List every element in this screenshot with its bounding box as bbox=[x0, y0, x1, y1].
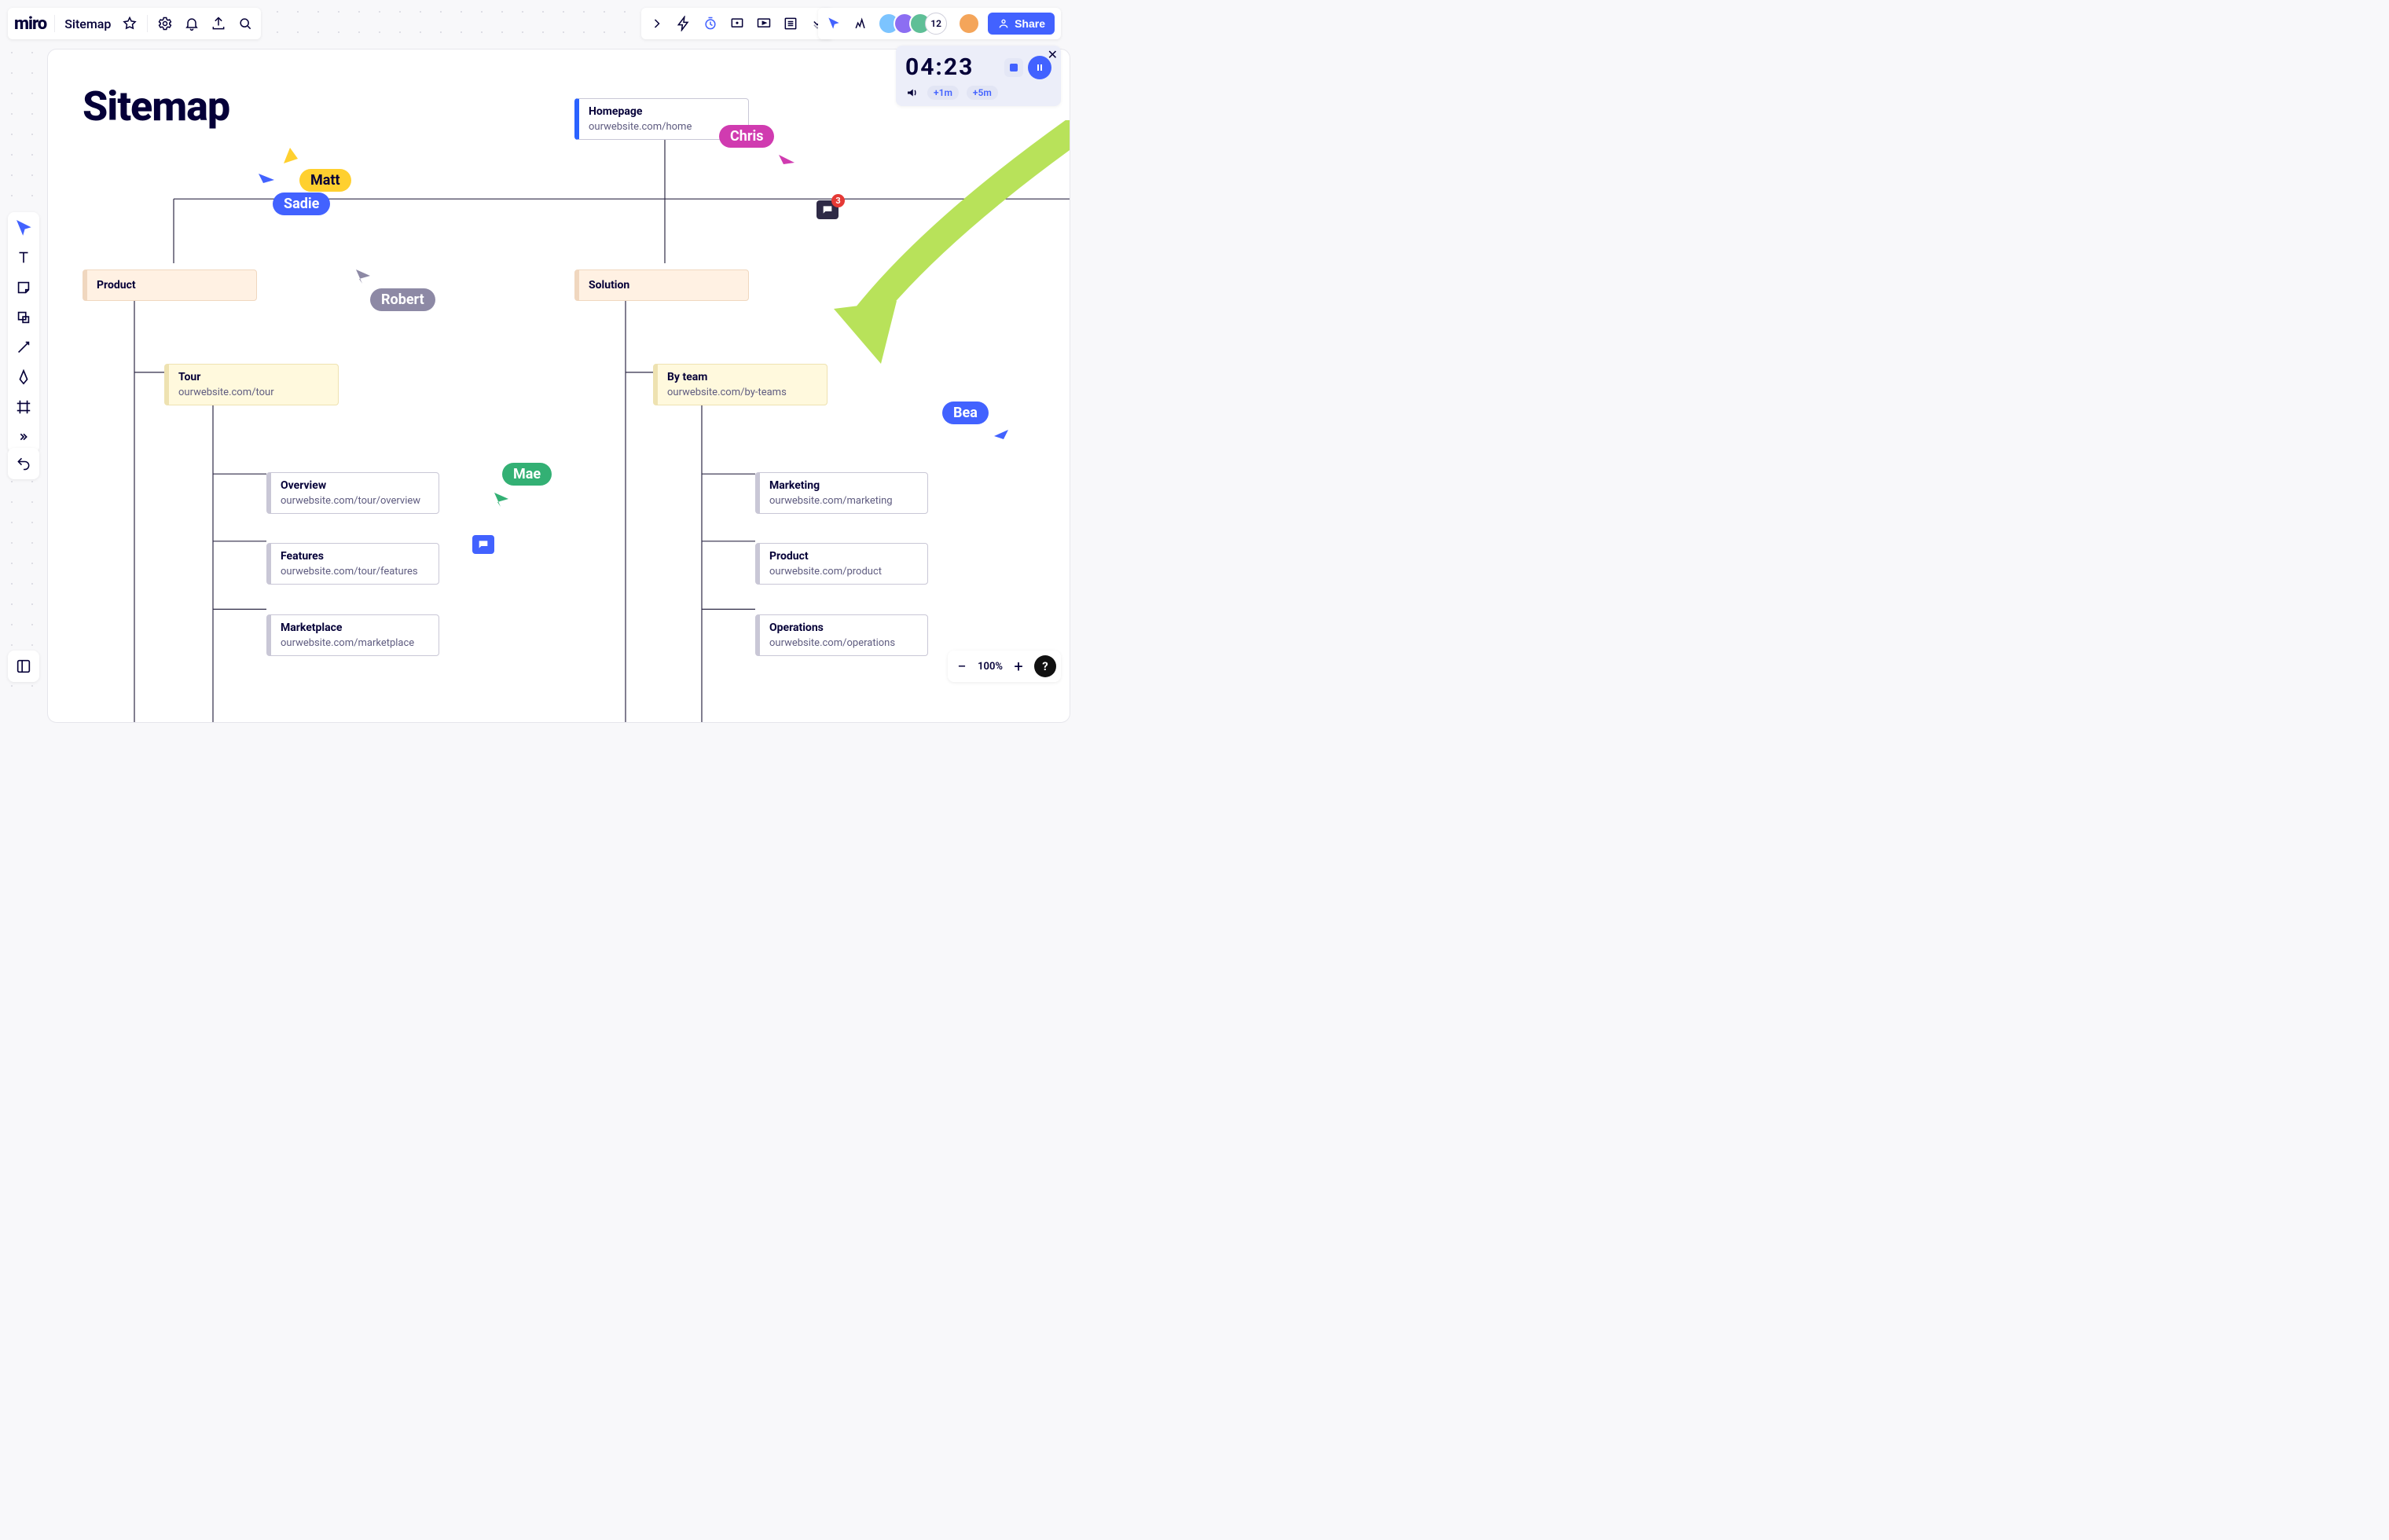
card-title: Marketing bbox=[769, 479, 918, 492]
cursor-robert-icon bbox=[354, 268, 372, 285]
zoom-value[interactable]: 100% bbox=[978, 661, 1003, 673]
slideshow-icon[interactable] bbox=[754, 14, 773, 33]
tool-pen[interactable] bbox=[13, 366, 35, 388]
timer-plus-1m[interactable]: +1m bbox=[927, 86, 959, 100]
timer-plus-5m[interactable]: +5m bbox=[967, 86, 998, 100]
topbar-collab: 12 Share bbox=[818, 8, 1061, 39]
zoom-in-button[interactable]: + bbox=[1009, 657, 1028, 676]
card-byteam[interactable]: By team ourwebsite.com/by-teams bbox=[653, 364, 828, 405]
avatar-stack[interactable]: 12 bbox=[878, 13, 947, 35]
search-icon[interactable] bbox=[236, 14, 255, 33]
cursor-sadie-label: Sadie bbox=[273, 192, 330, 215]
card-overview[interactable]: Overview ourwebsite.com/tour/overview bbox=[266, 472, 439, 514]
timer-time: 04:23 bbox=[905, 53, 974, 81]
tool-shape[interactable] bbox=[13, 306, 35, 328]
card-url: ourwebsite.com/operations bbox=[769, 637, 918, 649]
help-button[interactable]: ? bbox=[1034, 655, 1056, 677]
zoom-controls: − 100% + ? bbox=[948, 651, 1061, 682]
cursor-chris-icon bbox=[777, 153, 796, 172]
topbar-left: miro Sitemap bbox=[8, 8, 261, 39]
timer-panel: ✕ 04:23 +1m +5m bbox=[896, 46, 1061, 106]
tool-text[interactable] bbox=[13, 247, 35, 269]
topbar-tools bbox=[641, 8, 833, 39]
presentation-icon[interactable] bbox=[728, 14, 747, 33]
card-title: Solution bbox=[589, 279, 629, 292]
card-title: Homepage bbox=[589, 105, 739, 118]
card-operations[interactable]: Operations ourwebsite.com/operations bbox=[755, 614, 928, 656]
card-url: ourwebsite.com/by-teams bbox=[667, 387, 817, 398]
comment-single[interactable] bbox=[472, 535, 494, 554]
logo[interactable]: miro bbox=[14, 14, 46, 34]
card-product2[interactable]: Product ourwebsite.com/product bbox=[755, 543, 928, 585]
lightning-icon[interactable] bbox=[674, 14, 693, 33]
card-url: ourwebsite.com/marketing bbox=[769, 495, 918, 507]
cursor-matt-label: Matt bbox=[299, 169, 351, 192]
cursor-chris-label: Chris bbox=[719, 125, 774, 148]
card-marketing[interactable]: Marketing ourwebsite.com/marketing bbox=[755, 472, 928, 514]
card-solution[interactable]: Solution bbox=[574, 270, 749, 301]
comment-badge: 3 bbox=[831, 194, 845, 207]
card-url: ourwebsite.com/home bbox=[589, 121, 739, 133]
panel-toggle[interactable] bbox=[8, 651, 39, 682]
cursor-matt-icon bbox=[281, 146, 301, 167]
comment-thread[interactable]: 3 bbox=[817, 200, 839, 219]
tool-frame[interactable] bbox=[13, 396, 35, 418]
reactions-icon[interactable] bbox=[851, 14, 870, 33]
card-title: Overview bbox=[281, 479, 429, 492]
separator bbox=[54, 15, 55, 32]
cursor-tool-icon[interactable] bbox=[824, 14, 843, 33]
card-product[interactable]: Product bbox=[83, 270, 257, 301]
export-icon[interactable] bbox=[209, 14, 228, 33]
card-title: By team bbox=[667, 371, 817, 383]
share-button[interactable]: Share bbox=[988, 13, 1055, 35]
cursor-mae-icon bbox=[493, 491, 510, 508]
chevron-right-icon[interactable] bbox=[648, 14, 666, 33]
toolbox bbox=[8, 212, 39, 453]
card-title: Marketplace bbox=[281, 622, 429, 634]
settings-icon[interactable] bbox=[156, 14, 174, 33]
share-label: Share bbox=[1015, 17, 1045, 30]
page-title: Sitemap bbox=[83, 82, 229, 130]
board-name[interactable]: Sitemap bbox=[63, 16, 112, 31]
tool-select[interactable] bbox=[13, 217, 35, 239]
card-title: Features bbox=[281, 550, 429, 563]
timer-stop-button[interactable] bbox=[1004, 58, 1023, 77]
card-url: ourwebsite.com/tour/features bbox=[281, 566, 429, 578]
card-title: Operations bbox=[769, 622, 918, 634]
tool-more[interactable] bbox=[13, 426, 35, 448]
card-url: ourwebsite.com/tour/overview bbox=[281, 495, 429, 507]
card-url: ourwebsite.com/product bbox=[769, 566, 918, 578]
cursor-sadie-icon bbox=[257, 172, 276, 191]
cursor-bea-icon bbox=[993, 428, 1010, 446]
card-url: ourwebsite.com/marketplace bbox=[281, 637, 429, 649]
timer-icon[interactable] bbox=[701, 14, 720, 33]
board-surface[interactable]: Sitemap Homepage ourwebsite.com/hom bbox=[47, 49, 1070, 723]
undo-button[interactable] bbox=[8, 448, 39, 479]
card-tour[interactable]: Tour ourwebsite.com/tour bbox=[164, 364, 339, 405]
tool-line[interactable] bbox=[13, 336, 35, 358]
cursor-bea-label: Bea bbox=[942, 402, 989, 424]
close-icon[interactable]: ✕ bbox=[1048, 47, 1058, 62]
card-features[interactable]: Features ourwebsite.com/tour/features bbox=[266, 543, 439, 585]
drawn-arrow-icon bbox=[818, 120, 1070, 372]
zoom-out-button[interactable]: − bbox=[952, 657, 971, 676]
list-icon[interactable] bbox=[781, 14, 800, 33]
sound-icon[interactable] bbox=[905, 86, 919, 100]
avatar-count[interactable]: 12 bbox=[925, 13, 947, 35]
card-title: Tour bbox=[178, 371, 328, 383]
separator bbox=[147, 15, 148, 32]
tool-sticky[interactable] bbox=[13, 277, 35, 299]
cursor-mae-label: Mae bbox=[502, 463, 552, 486]
avatar-me[interactable] bbox=[958, 13, 980, 35]
cursor-robert-label: Robert bbox=[370, 288, 435, 311]
card-title: Product bbox=[769, 550, 918, 563]
card-marketplace[interactable]: Marketplace ourwebsite.com/marketplace bbox=[266, 614, 439, 656]
card-url: ourwebsite.com/tour bbox=[178, 387, 328, 398]
star-icon[interactable] bbox=[120, 14, 139, 33]
card-title: Product bbox=[97, 279, 136, 292]
bell-icon[interactable] bbox=[182, 14, 201, 33]
